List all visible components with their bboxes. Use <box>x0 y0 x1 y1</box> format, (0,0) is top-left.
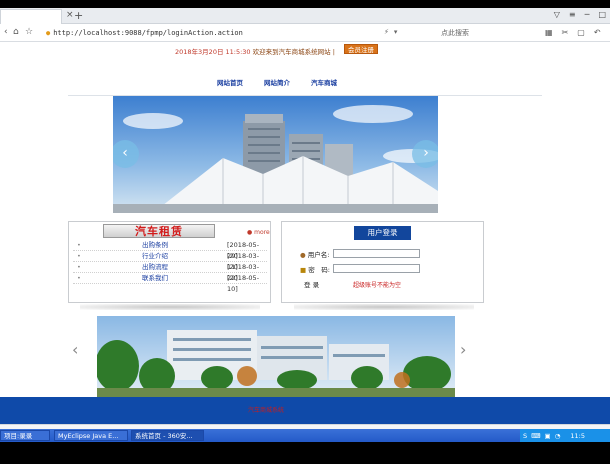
browser-window: × + ▽ ≡ ─ □ ‹ ⌂ ☆ ● http://localhost:9088… <box>0 8 610 442</box>
warning-icon: ● <box>46 29 51 37</box>
address-toolbar: ‹ ⌂ ☆ ● http://localhost:9088/fpmp/loginA… <box>0 25 610 42</box>
banner2-next-arrow[interactable]: › <box>460 340 466 359</box>
news-item-date: [2018-05-10] <box>227 274 260 293</box>
minimize-icon[interactable]: ─ <box>585 10 590 19</box>
welcome-bar: 2018年3月20日 11:5:30 欢迎来到汽车商城系统网站 | <box>175 46 335 56</box>
bullet-icon: • <box>77 274 81 282</box>
main-nav: 网站首页 网站简介 汽车商城 <box>217 77 337 87</box>
news-panel-shadow <box>80 304 260 310</box>
bullet-icon: • <box>77 252 81 260</box>
password-label-text: 密 码: <box>308 266 330 274</box>
address-text: http://localhost:9088/fpmp/loginAction.a… <box>53 29 243 37</box>
lightning-icon[interactable]: ⚡ <box>384 28 389 36</box>
password-input[interactable] <box>333 264 420 273</box>
news-item-link[interactable]: 行业介绍 <box>142 251 168 262</box>
list-item: • 联系我们 [2018-05-10] <box>73 273 267 293</box>
address-actions: ⚡ ▾ <box>384 28 397 36</box>
more-icon: ● <box>247 229 253 236</box>
address-input[interactable]: ● http://localhost:9088/fpmp/loginAction.… <box>46 27 406 40</box>
login-button[interactable]: 登 录 <box>304 279 319 289</box>
login-panel: 用户登录 ● 用户名: ■ 密 码: 登 录 超级账号不能为空 <box>281 221 484 303</box>
news-list: • 出购条例 [2018-05-29] • 行业介绍 [2018-03-11] … <box>73 240 267 293</box>
welcome-text: 欢迎来到汽车商城系统网站 <box>252 48 331 56</box>
window-controls: ▽ ≡ ─ □ <box>554 10 606 19</box>
tab-strip: × + ▽ ≡ ─ □ <box>0 8 610 24</box>
news-panel: 汽车租赁 ● more • 出购条例 [2018-05-29] • 行业介绍 [… <box>68 221 271 303</box>
dropdown-icon[interactable]: ▾ <box>394 28 398 36</box>
bullet-icon: • <box>77 263 81 271</box>
taskbar-item-project[interactable]: 项目:录录 <box>0 430 50 441</box>
close-tab-icon[interactable]: × <box>66 10 74 20</box>
footer-text: 汽车商城系统 <box>248 407 285 414</box>
page-footer: 汽车商城系统 <box>0 397 610 424</box>
news-title: 汽车租赁 <box>103 224 215 238</box>
cut-icon[interactable]: ✂ <box>562 28 569 37</box>
list-item: • 出购流程 [2018-03-22] <box>73 262 267 282</box>
separator: | <box>332 48 335 56</box>
lock-icon: ■ <box>300 266 307 274</box>
grid-icon[interactable]: ▦ <box>545 28 553 37</box>
member-register-button[interactable]: 会员注册 <box>344 44 378 54</box>
news-item-link[interactable]: 出购条例 <box>142 240 168 251</box>
volume-icon[interactable]: ◔ <box>555 432 561 440</box>
star-icon[interactable]: ☆ <box>25 27 33 37</box>
list-item: • 行业介绍 [2018-03-11] <box>73 251 267 271</box>
banner2-prev-arrow[interactable]: ‹ <box>72 340 78 359</box>
taskbar-clock: 11:5 <box>570 431 585 440</box>
banner-image <box>113 96 438 213</box>
nav-item-about[interactable]: 网站简介 <box>264 77 290 87</box>
network-icon[interactable]: ▣ <box>545 432 551 440</box>
undo-icon[interactable]: ↶ <box>594 28 601 37</box>
banner-next-arrow[interactable]: › <box>412 140 438 168</box>
login-title: 用户登录 <box>354 226 411 240</box>
ime-icon[interactable]: S <box>523 432 527 440</box>
browser-tab-active[interactable] <box>0 9 62 24</box>
username-label-text: 用户名: <box>307 251 330 259</box>
maximize-icon[interactable]: □ <box>598 10 606 19</box>
page-icon[interactable]: ▢ <box>577 28 585 37</box>
login-panel-shadow <box>294 304 474 310</box>
menu-icon[interactable]: ≡ <box>569 10 576 19</box>
browser-tools: ▦ ✂ ▢ ↶ <box>545 28 601 37</box>
news-item-link[interactable]: 出购流程 <box>142 262 168 273</box>
list-item: • 出购条例 [2018-05-29] <box>73 240 267 260</box>
keyboard-icon[interactable]: ⌨ <box>531 432 540 440</box>
nav-item-mall[interactable]: 汽车商城 <box>311 77 337 87</box>
news-more-label: more <box>254 229 270 236</box>
bullet-icon: • <box>77 241 81 249</box>
nav-item-home[interactable]: 网站首页 <box>217 77 243 87</box>
login-error-message: 超级账号不能为空 <box>353 282 402 289</box>
shirt-icon[interactable]: ▽ <box>554 10 560 19</box>
news-more-link[interactable]: ● more <box>247 229 270 236</box>
campus-image <box>97 316 455 397</box>
password-label: ■ 密 码: <box>300 264 330 274</box>
banner-slideshow: ‹ › <box>113 96 438 213</box>
news-item-link[interactable]: 联系我们 <box>142 273 168 284</box>
current-date: 2018年3月20日 11:5:30 <box>175 48 251 56</box>
system-tray: S ⌨ ▣ ◔ 11:5 <box>520 429 610 442</box>
username-input[interactable] <box>333 249 420 258</box>
username-label: ● 用户名: <box>300 249 329 259</box>
taskbar-item-myeclipse[interactable]: MyEclipse Java E... <box>54 430 128 441</box>
back-icon[interactable]: ‹ <box>4 27 8 37</box>
os-taskbar: 项目:录录 MyEclipse Java E... 系统首页 - 360安...… <box>0 429 610 442</box>
building-banner <box>97 316 455 397</box>
home-icon[interactable]: ⌂ <box>13 27 19 37</box>
search-input[interactable]: 点此搜索 <box>438 27 533 40</box>
user-icon: ● <box>300 251 306 259</box>
new-tab-icon[interactable]: + <box>74 9 83 22</box>
page-content: 2018年3月20日 11:5:30 欢迎来到汽车商城系统网站 | 会员注册 网… <box>0 43 610 397</box>
taskbar-item-browser[interactable]: 系统首页 - 360安... <box>131 430 204 441</box>
